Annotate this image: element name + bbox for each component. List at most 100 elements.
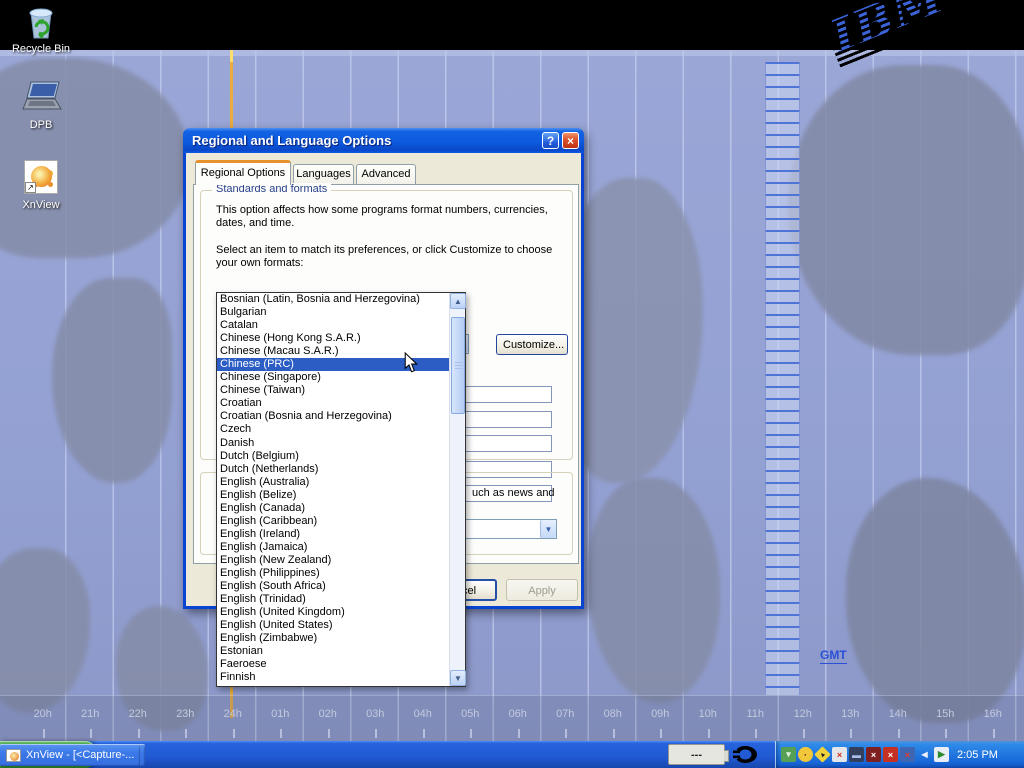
map-landmass xyxy=(788,65,1024,355)
clock[interactable]: 2:05 PM xyxy=(957,749,1002,761)
scrollbar-thumb[interactable] xyxy=(451,317,465,414)
timezone-label: 13h xyxy=(827,696,875,741)
tab-regional-options[interactable]: Regional Options xyxy=(195,160,291,185)
scroll-down-button[interactable]: ▼ xyxy=(450,670,466,686)
language-option[interactable]: English (South Africa) xyxy=(217,580,449,593)
timezone-strip: 20h21h22h23h24h01h02h03h04h05h06h07h08h0… xyxy=(0,695,1024,741)
language-option[interactable]: English (Australia) xyxy=(217,476,449,489)
tab-languages[interactable]: Languages xyxy=(293,164,354,185)
customize-button[interactable]: Customize... xyxy=(496,334,568,355)
desktop-icon-label: XnView xyxy=(6,199,76,211)
language-option[interactable]: Dutch (Belgium) xyxy=(217,450,449,463)
volume-icon[interactable]: ◄ xyxy=(917,747,932,762)
desktop-icon-dpb[interactable]: DPB xyxy=(6,80,76,131)
language-option[interactable]: Chinese (Taiwan) xyxy=(217,384,449,397)
timezone-label: 15h xyxy=(922,696,970,741)
timezone-label: 12h xyxy=(779,696,827,741)
language-option[interactable]: Chinese (Hong Kong S.A.R.) xyxy=(217,332,449,345)
security-alert-icon[interactable]: × xyxy=(883,747,898,762)
tab-advanced[interactable]: Advanced xyxy=(356,164,416,185)
timezone-label: 08h xyxy=(589,696,637,741)
desktop-icon-recycle-bin[interactable]: Recycle Bin xyxy=(6,4,76,55)
language-option[interactable]: English (Ireland) xyxy=(217,528,449,541)
timezone-label: 05h xyxy=(447,696,495,741)
status-flag-icon[interactable]: ▶ xyxy=(934,747,949,762)
desktop-top-band: IBM xyxy=(0,0,1024,50)
language-option[interactable]: English (United States) xyxy=(217,619,449,632)
removable-device-icon[interactable]: ▾ xyxy=(781,747,796,762)
close-button[interactable]: × xyxy=(562,132,579,149)
timezone-label: 06h xyxy=(494,696,542,741)
timezone-label: 01h xyxy=(257,696,305,741)
language-option[interactable]: Catalan xyxy=(217,319,449,332)
language-option[interactable]: English (Philippines) xyxy=(217,567,449,580)
language-option[interactable]: Bulgarian xyxy=(217,306,449,319)
tray-icons: ▾·◂×▬×××◄▶ xyxy=(781,747,949,762)
task-xnview[interactable]: XnView - [<Capture-... xyxy=(0,744,140,766)
task-label: XnView - [<Capture-... xyxy=(26,749,134,761)
network-device-icon[interactable]: ▬ xyxy=(849,747,864,762)
language-option[interactable]: Croatian (Bosnia and Herzegovina) xyxy=(217,410,449,423)
recycle-bin-icon xyxy=(22,4,60,40)
map-landmass xyxy=(0,548,90,713)
laptop-icon xyxy=(22,80,60,116)
timezone-label: 14h xyxy=(874,696,922,741)
scroll-up-button[interactable]: ▲ xyxy=(450,293,466,309)
timezone-label: 20h xyxy=(19,696,67,741)
standards-instruction: Select an item to match its preferences,… xyxy=(216,244,568,270)
timezone-label: 23h xyxy=(162,696,210,741)
dialog-title: Regional and Language Options xyxy=(192,133,539,148)
language-option[interactable]: Croatian xyxy=(217,397,449,410)
language-option[interactable]: Danish xyxy=(217,437,449,450)
battery-meter[interactable]: --- xyxy=(668,744,725,765)
apply-button: Apply xyxy=(506,579,578,601)
timezone-label: 09h xyxy=(637,696,685,741)
power-status-icon[interactable]: · xyxy=(798,747,813,762)
desktop-icon-xnview[interactable]: ↗ XnView xyxy=(6,160,76,211)
language-option[interactable]: English (Zimbabwe) xyxy=(217,632,449,645)
gmt-hatched-band xyxy=(765,62,800,695)
timezone-label: 03h xyxy=(352,696,400,741)
scrollbar[interactable]: ▲ ▼ xyxy=(449,293,465,686)
language-option[interactable]: Bosnian (Latin, Bosnia and Herzegovina) xyxy=(217,293,449,306)
help-button[interactable]: ? xyxy=(542,132,559,149)
language-option[interactable]: Estonian xyxy=(217,645,449,658)
language-option[interactable]: Czech xyxy=(217,423,449,436)
system-tray: ▾·◂×▬×××◄▶ 2:05 PM xyxy=(775,741,1024,768)
standards-description: This option affects how some programs fo… xyxy=(216,204,568,230)
desktop-icon-label: Recycle Bin xyxy=(6,43,76,55)
location-text-fragment: uch as news and xyxy=(472,487,572,500)
language-option[interactable]: English (Trinidad) xyxy=(217,593,449,606)
language-option[interactable]: Finnish xyxy=(217,671,449,684)
mouse-cursor xyxy=(404,352,418,378)
timezone-label: 04h xyxy=(399,696,447,741)
timezone-label: 21h xyxy=(67,696,115,741)
language-option[interactable]: English (Caribbean) xyxy=(217,515,449,528)
shortcut-arrow-icon: ↗ xyxy=(25,182,36,193)
dialog-titlebar[interactable]: Regional and Language Options ? × xyxy=(183,128,584,153)
desktop-icon-label: DPB xyxy=(6,119,76,131)
timezone-label: 24h xyxy=(209,696,257,741)
timezone-label: 22h xyxy=(114,696,162,741)
language-option[interactable]: English (United Kingdom) xyxy=(217,606,449,619)
language-option[interactable]: English (Belize) xyxy=(217,489,449,502)
app-alert-icon[interactable]: × xyxy=(832,747,847,762)
language-option[interactable]: English (New Zealand) xyxy=(217,554,449,567)
timezone-label: 07h xyxy=(542,696,590,741)
blocked-app-icon[interactable]: × xyxy=(866,747,881,762)
chevron-down-icon[interactable]: ▼ xyxy=(540,520,556,538)
language-option[interactable]: Faeroese xyxy=(217,658,449,671)
map-landmass xyxy=(588,478,720,703)
gmt-label: GMT xyxy=(820,648,847,664)
timezone-label: 16h xyxy=(969,696,1017,741)
language-option[interactable]: English (Jamaica) xyxy=(217,541,449,554)
map-landmass xyxy=(52,278,172,483)
language-option[interactable]: English (Canada) xyxy=(217,502,449,515)
map-landmass xyxy=(846,478,1024,723)
power-plug-icon xyxy=(733,745,759,768)
language-option[interactable]: Dutch (Netherlands) xyxy=(217,463,449,476)
timezone-label: 11h xyxy=(732,696,780,741)
network-disconnected-icon[interactable]: × xyxy=(900,747,915,762)
taskbar: start PowerQuest Partition... Control Pa… xyxy=(0,741,1024,768)
diamond-app-icon[interactable]: ◂ xyxy=(814,746,831,763)
